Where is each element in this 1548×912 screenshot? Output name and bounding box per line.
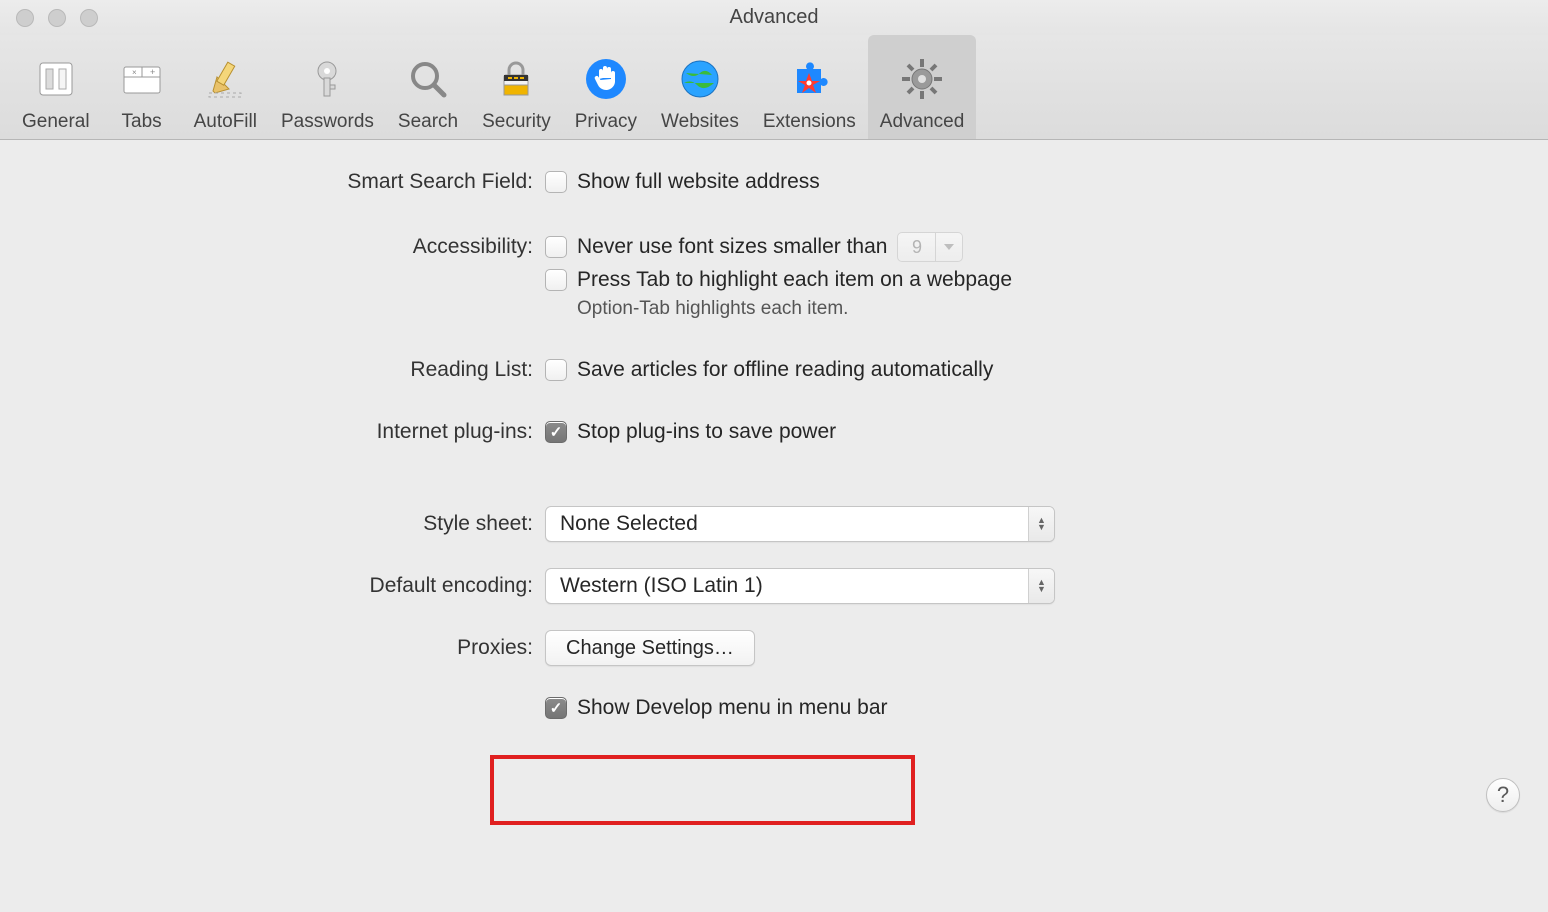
preferences-toolbar: General × + Tabs AutoFill xyxy=(0,35,1548,140)
updown-icon: ▲▼ xyxy=(1028,569,1054,603)
window-minimize-button[interactable] xyxy=(48,9,66,27)
tab-label: Search xyxy=(398,111,458,133)
tab-label: Websites xyxy=(661,111,739,133)
tab-security[interactable]: Security xyxy=(470,35,563,139)
label-style-sheet: Style sheet: xyxy=(40,512,545,536)
window-close-button[interactable] xyxy=(16,9,34,27)
font-size-value: 9 xyxy=(898,233,936,261)
help-button[interactable]: ? xyxy=(1486,778,1520,812)
tab-extensions[interactable]: Extensions xyxy=(751,35,868,139)
label-smart-search: Smart Search Field: xyxy=(40,170,545,194)
help-icon: ? xyxy=(1497,782,1509,808)
option-never-font-smaller: Never use font sizes smaller than xyxy=(577,235,887,259)
option-show-full-address: Show full website address xyxy=(577,170,820,194)
svg-text:×: × xyxy=(132,68,137,77)
label-plugins: Internet plug-ins: xyxy=(40,420,545,444)
checkbox-never-font-smaller[interactable] xyxy=(545,236,567,258)
option-show-develop: Show Develop menu in menu bar xyxy=(577,696,888,720)
tab-passwords[interactable]: Passwords xyxy=(269,35,386,139)
label-accessibility: Accessibility: xyxy=(40,235,545,259)
traffic-lights xyxy=(0,9,98,27)
updown-icon: ▲▼ xyxy=(1028,507,1054,541)
label-reading-list: Reading List: xyxy=(40,358,545,382)
tab-label: Privacy xyxy=(575,111,637,133)
label-proxies: Proxies: xyxy=(40,636,545,660)
tabs-icon: × + xyxy=(118,55,166,103)
checkbox-show-full-address[interactable] xyxy=(545,171,567,193)
note-option-tab: Option-Tab highlights each item. xyxy=(577,298,848,320)
tab-label: Tabs xyxy=(122,111,162,133)
pencil-icon xyxy=(201,55,249,103)
hand-icon xyxy=(582,55,630,103)
tab-tabs[interactable]: × + Tabs xyxy=(102,35,182,139)
window-title: Advanced xyxy=(0,6,1548,29)
label-default-encoding: Default encoding: xyxy=(40,574,545,598)
select-default-encoding[interactable]: Western (ISO Latin 1) ▲▼ xyxy=(545,568,1055,604)
tab-label: AutoFill xyxy=(194,111,257,133)
style-sheet-value: None Selected xyxy=(560,512,698,536)
annotation-highlight xyxy=(490,755,915,825)
tab-autofill[interactable]: AutoFill xyxy=(182,35,269,139)
globe-icon xyxy=(676,55,724,103)
checkbox-stop-plugins[interactable] xyxy=(545,421,567,443)
checkbox-press-tab[interactable] xyxy=(545,269,567,291)
checkbox-show-develop[interactable] xyxy=(545,697,567,719)
chevron-down-icon xyxy=(936,233,962,261)
checkbox-save-offline[interactable] xyxy=(545,359,567,381)
select-style-sheet[interactable]: None Selected ▲▼ xyxy=(545,506,1055,542)
tab-advanced[interactable]: Advanced xyxy=(868,35,977,139)
tab-label: Passwords xyxy=(281,111,374,133)
lock-icon xyxy=(492,55,540,103)
option-press-tab: Press Tab to highlight each item on a we… xyxy=(577,268,1012,292)
change-settings-button[interactable]: Change Settings… xyxy=(545,630,755,666)
default-encoding-value: Western (ISO Latin 1) xyxy=(560,574,763,598)
tab-label: Security xyxy=(482,111,551,133)
tab-label: Advanced xyxy=(880,111,965,133)
tab-privacy[interactable]: Privacy xyxy=(563,35,649,139)
titlebar: Advanced xyxy=(0,0,1548,35)
tab-websites[interactable]: Websites xyxy=(649,35,751,139)
font-size-stepper[interactable]: 9 xyxy=(897,232,963,262)
option-stop-plugins: Stop plug-ins to save power xyxy=(577,420,836,444)
tab-general[interactable]: General xyxy=(10,35,102,139)
magnifier-icon xyxy=(404,55,452,103)
gear-icon xyxy=(898,55,946,103)
switch-icon xyxy=(32,55,80,103)
key-icon xyxy=(303,55,351,103)
option-save-offline: Save articles for offline reading automa… xyxy=(577,358,993,382)
tab-search[interactable]: Search xyxy=(386,35,470,139)
change-settings-label: Change Settings… xyxy=(566,637,734,660)
svg-text:+: + xyxy=(150,67,155,77)
tab-label: Extensions xyxy=(763,111,856,133)
advanced-pane: Smart Search Field: Show full website ad… xyxy=(0,140,1548,756)
tab-label: General xyxy=(22,111,90,133)
puzzle-icon xyxy=(785,55,833,103)
window-zoom-button[interactable] xyxy=(80,9,98,27)
